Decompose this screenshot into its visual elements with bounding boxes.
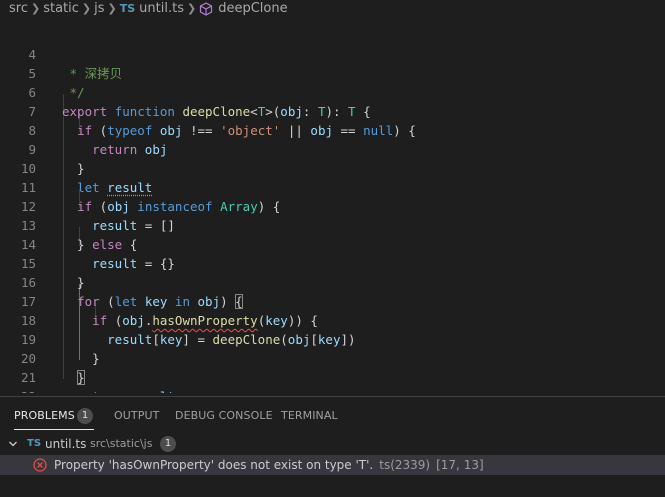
code-line: 18 result[key] = deepClone(obj[key]) [0, 292, 665, 347]
code-line: 20 } [0, 330, 665, 385]
code-line: 22 } [0, 368, 665, 393]
code-line: 19 } [0, 311, 665, 366]
problem-file-name: until.ts [45, 437, 87, 451]
breadcrumb-item-static[interactable]: static [43, 1, 79, 16]
tab-problems[interactable]: PROBLEMS [14, 409, 75, 423]
chevron-down-icon[interactable] [8, 439, 18, 449]
breadcrumb-item-src[interactable]: src [9, 1, 28, 16]
code-line: 17 if (obj.hasOwnProperty(key)) { [0, 273, 665, 328]
code-line: 11 if (obj instanceof Array) { [0, 159, 665, 214]
tab-label: PROBLEMS [14, 409, 75, 422]
problem-source: ts(2339) [379, 458, 431, 472]
typescript-file-icon: TS [27, 438, 42, 449]
code-line: 10 let result [0, 140, 665, 195]
problems-count-badge: 1 [77, 408, 93, 424]
chevron-right-icon: ❯ [81, 2, 92, 15]
problem-message-line: Property 'hasOwnProperty' does not exist… [54, 455, 484, 475]
problem-message: Property 'hasOwnProperty' does not exist… [54, 458, 374, 472]
code-line: 16 for (let key in obj) { [0, 254, 665, 309]
chevron-right-icon: ❯ [30, 2, 41, 15]
code-line: 15 } [0, 235, 665, 290]
code-line: 8 return obj [0, 102, 665, 157]
code-line: 12 result = [] [0, 178, 665, 233]
active-tab-indicator [14, 429, 94, 430]
breadcrumb-item-file[interactable]: until.ts [139, 1, 184, 16]
code-line: 6 export function deepClone<T>(obj: T): … [0, 64, 665, 119]
code-line: 7 if (typeof obj !== 'object' || obj == … [0, 83, 665, 138]
file-problem-count-badge: 1 [160, 436, 176, 452]
problem-file-path: src\static\js [90, 437, 153, 450]
tab-output[interactable]: OUTPUT [114, 409, 159, 423]
tab-terminal[interactable]: TERMINAL [281, 409, 338, 423]
chevron-right-icon: ❯ [107, 2, 117, 15]
tab-debug-console[interactable]: DEBUG CONSOLE [175, 409, 273, 423]
error-icon [33, 458, 47, 472]
code-line: 21 return result [0, 349, 665, 393]
breadcrumb-item-js[interactable]: js [94, 1, 104, 16]
code-line: 4 * 深拷贝 [0, 26, 665, 81]
problem-file-row[interactable]: TS until.ts src\static\js 1 [0, 434, 665, 454]
code-editor[interactable]: 4 * 深拷贝 5 */ 6 export function deepClone… [0, 18, 665, 393]
chevron-right-icon: ❯ [186, 2, 197, 15]
panel-tabs: PROBLEMS 1 OUTPUT DEBUG CONSOLE TERMINAL [0, 397, 665, 433]
problem-position: [17, 13] [436, 458, 484, 472]
code-line: 14 result = {} [0, 216, 665, 271]
code-line: 5 */ [0, 45, 665, 100]
breadcrumb-item-symbol[interactable]: deepClone [218, 1, 287, 16]
code-line: 9 } [0, 121, 665, 176]
bottom-panel: PROBLEMS 1 OUTPUT DEBUG CONSOLE TERMINAL… [0, 396, 665, 497]
code-line: 23 [0, 387, 665, 393]
typescript-file-icon: TS [119, 2, 136, 15]
symbol-method-icon [200, 2, 213, 16]
breadcrumb: src ❯ static ❯ js ❯ TS until.ts ❯ deepClone [0, 0, 665, 18]
problem-item[interactable]: Property 'hasOwnProperty' does not exist… [0, 455, 665, 475]
code-line: 13 } else { [0, 197, 665, 252]
